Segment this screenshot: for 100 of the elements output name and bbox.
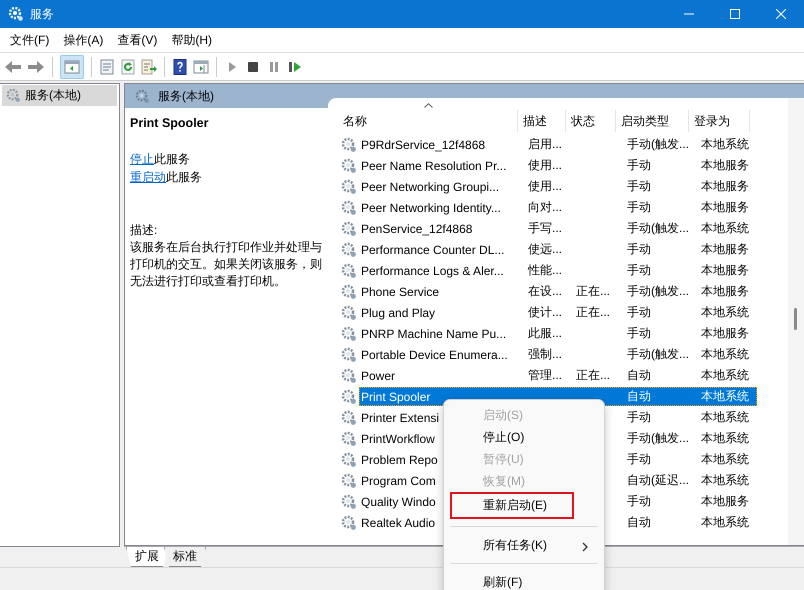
table-cell-text: 手动 bbox=[626, 325, 652, 342]
column-header[interactable]: 登录为 bbox=[689, 110, 750, 132]
action-link[interactable]: 重启动 bbox=[130, 170, 166, 184]
table-cell-text: 正在... bbox=[575, 304, 612, 321]
table-cell: Peer Networking Identity... bbox=[361, 200, 501, 214]
console-tree-button[interactable] bbox=[60, 54, 84, 78]
gear-icon bbox=[341, 242, 357, 258]
table-cell-text: 自动 bbox=[626, 514, 652, 531]
refresh-icon[interactable] bbox=[120, 58, 136, 74]
table-cell: Peer Name Resolution Pr... bbox=[361, 158, 506, 172]
table-cell-text: 使远... bbox=[527, 241, 564, 258]
tab[interactable]: 扩展 bbox=[126, 547, 168, 567]
table-cell: Print Spooler bbox=[361, 390, 430, 404]
menu-item[interactable]: 帮助(H) bbox=[164, 32, 219, 48]
action-text: 此服务 bbox=[154, 152, 190, 166]
gear-icon bbox=[341, 452, 357, 468]
menu-item[interactable]: 停止(O) bbox=[450, 426, 598, 448]
table-cell-text: 向对... bbox=[527, 199, 564, 216]
scrollbar-thumb[interactable] bbox=[794, 308, 797, 330]
window-title: 服务 bbox=[30, 6, 54, 22]
table-cell-text: 手动 bbox=[626, 409, 652, 426]
tree-item[interactable]: 服务(本地) bbox=[2, 85, 117, 106]
table-cell-text: 本地系统 bbox=[700, 514, 750, 531]
table-cell-text: 手动 bbox=[626, 178, 652, 195]
table-cell: Peer Networking Groupi... bbox=[361, 180, 500, 194]
table-cell-text: 本地系统 bbox=[700, 136, 750, 153]
table-cell-text: 手写... bbox=[527, 220, 564, 237]
menu-item[interactable]: 操作(A) bbox=[56, 32, 110, 48]
help-icon[interactable] bbox=[172, 58, 188, 74]
export-list-icon[interactable] bbox=[141, 58, 157, 74]
table-cell-text: 强制... bbox=[527, 346, 564, 363]
table-cell-text: 手动(触发... bbox=[626, 220, 690, 237]
gear-icon bbox=[341, 346, 357, 362]
description-label: 描述: bbox=[130, 222, 158, 239]
gear-icon bbox=[341, 326, 357, 342]
column-header[interactable]: 名称 bbox=[338, 110, 518, 132]
gear-icon bbox=[341, 472, 357, 488]
table-cell-text: 手动 bbox=[626, 241, 652, 258]
table-cell-text: 正在... bbox=[575, 283, 612, 300]
table-cell-text: 本地服务 bbox=[700, 283, 750, 300]
gear-icon bbox=[341, 200, 357, 216]
table-cell-text: 本地系统 bbox=[700, 220, 750, 237]
table-cell: Power bbox=[361, 368, 396, 382]
gear-icon bbox=[341, 158, 357, 174]
table-cell-text: 此服... bbox=[527, 325, 564, 342]
close-icon bbox=[776, 9, 786, 19]
table-cell: Quality Windo bbox=[361, 494, 436, 508]
gear-icon bbox=[341, 410, 357, 426]
table-cell-text: 本地服务 bbox=[700, 241, 750, 258]
table-cell: Performance Counter DL... bbox=[361, 242, 504, 256]
table-cell-text: 手动 bbox=[626, 262, 652, 279]
table-cell-text: 手动(触发... bbox=[626, 430, 690, 447]
table-cell-text: 手动 bbox=[626, 304, 652, 321]
table-cell-text: 手动(触发... bbox=[626, 346, 690, 363]
table-cell-text: 本地系统 bbox=[700, 430, 750, 447]
table-cell-text: 本地服务 bbox=[700, 262, 750, 279]
table-cell-text: 手动(触发... bbox=[626, 136, 690, 153]
properties-icon[interactable] bbox=[99, 58, 115, 74]
gear-icon bbox=[341, 262, 357, 278]
back-arrow-icon[interactable] bbox=[4, 58, 22, 74]
table-cell: Phone Service bbox=[361, 284, 440, 298]
column-header[interactable]: 描述 bbox=[518, 110, 566, 132]
gear-icon bbox=[341, 136, 357, 152]
action-pane-icon[interactable] bbox=[193, 58, 209, 74]
menu-item[interactable]: 重新启动(E) bbox=[450, 492, 574, 519]
menu-item[interactable]: 查看(V) bbox=[110, 32, 164, 48]
menu-item[interactable]: 刷新(F) bbox=[450, 571, 598, 590]
gear-icon bbox=[6, 88, 21, 103]
table-cell-text: 本地服务 bbox=[700, 178, 750, 195]
forward-arrow-icon[interactable] bbox=[27, 58, 45, 74]
action-link[interactable]: 停止 bbox=[130, 152, 154, 166]
tab[interactable]: 标准 bbox=[164, 547, 206, 567]
table-cell: P9RdrService_12f4868 bbox=[361, 138, 486, 152]
table-cell-text: 本地服务 bbox=[700, 157, 750, 174]
table-cell: Plug and Play bbox=[361, 306, 436, 320]
table-cell-text: 本地系统 bbox=[700, 304, 750, 321]
service-name: Print Spooler bbox=[130, 116, 210, 130]
table-cell-text: 启用... bbox=[527, 136, 564, 153]
table-cell-text: 本地系统 bbox=[700, 346, 750, 363]
table-cell: PenService_12f4868 bbox=[361, 222, 472, 236]
table-cell-text: 手动 bbox=[626, 493, 652, 510]
column-header[interactable]: 状态 bbox=[566, 110, 616, 132]
table-cell-text: 手动 bbox=[626, 451, 652, 468]
table-cell-text: 本地系统 bbox=[700, 472, 750, 489]
scrollbar[interactable] bbox=[788, 98, 804, 545]
description-text: 该服务在后台执行打印作业并处理与打印机的交互。如果关闭该服务，则无法进行打印或查看打印机。 bbox=[130, 239, 323, 290]
gear-icon bbox=[341, 220, 357, 236]
action-text: 此服务 bbox=[166, 170, 202, 184]
table-cell-text: 自动 bbox=[626, 388, 652, 405]
gear-icon bbox=[341, 284, 357, 300]
table-cell-text: 正在... bbox=[575, 367, 612, 384]
maximize-icon bbox=[730, 9, 740, 19]
gear-icon bbox=[135, 88, 150, 104]
menu-item[interactable]: 文件(F) bbox=[3, 32, 56, 48]
menu-item[interactable]: 所有任务(K) bbox=[450, 534, 598, 556]
table-cell-text: 在设... bbox=[527, 283, 564, 300]
column-header[interactable]: 启动类型 bbox=[616, 110, 689, 132]
table-cell-text: 本地系统 bbox=[700, 388, 750, 405]
table-cell-text: 本地服务 bbox=[700, 325, 750, 342]
table-cell-text: 本地服务 bbox=[700, 493, 750, 510]
